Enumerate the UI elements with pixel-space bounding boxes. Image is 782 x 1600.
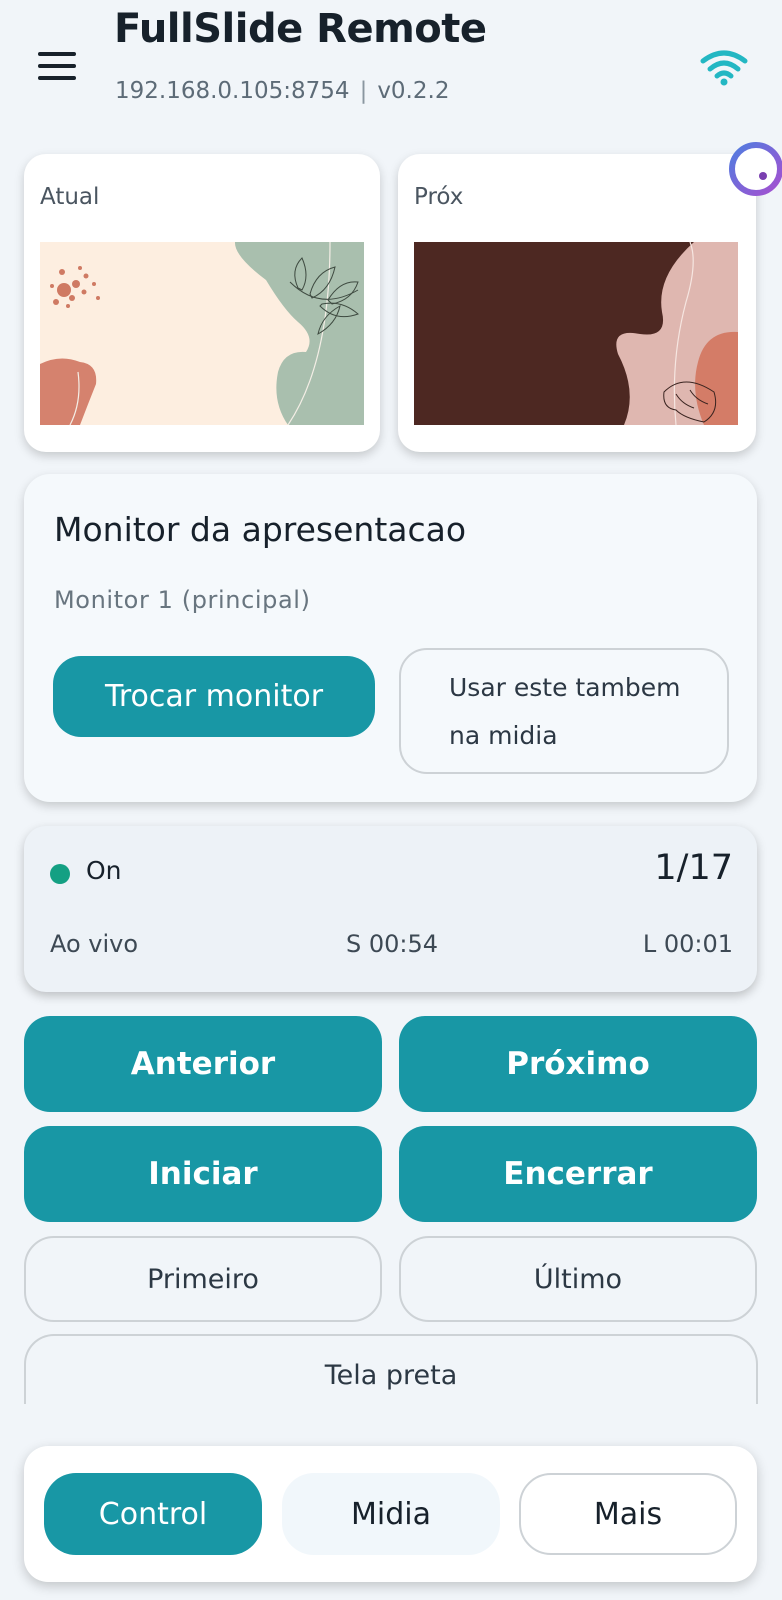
use-for-media-label-line1: Usar este tambem (449, 673, 681, 702)
slide-timer: S 00:54 (346, 930, 439, 958)
next-slide-card: Próx (398, 154, 756, 452)
current-monitor-label: Monitor 1 (principal) (54, 586, 311, 614)
black-screen-clip: Tela preta (24, 1334, 758, 1404)
presentation-status-card: On 1/17 Ao vivo S 00:54 L 00:01 (24, 826, 757, 992)
next-slide-thumbnail (414, 242, 738, 425)
mode-label: Ao vivo (50, 930, 139, 958)
server-address: 192.168.0.105:8754 (115, 78, 350, 104)
use-for-media-label-line2: na midia (449, 721, 558, 750)
tab-more[interactable]: Mais (519, 1473, 737, 1555)
end-button[interactable]: Encerrar (399, 1126, 757, 1222)
previous-button[interactable]: Anterior (24, 1016, 382, 1112)
live-timer: L 00:01 (642, 930, 733, 958)
first-slide-button[interactable]: Primeiro (24, 1236, 382, 1322)
slide-counter: 1/17 (654, 848, 733, 888)
hamburger-menu-icon[interactable] (38, 52, 76, 80)
separator: | (359, 78, 368, 104)
next-button[interactable]: Próximo (399, 1016, 757, 1112)
start-button[interactable]: Iniciar (24, 1126, 382, 1222)
swap-monitor-button[interactable]: Trocar monitor (53, 656, 375, 737)
monitor-card-title: Monitor da apresentacao (54, 510, 467, 549)
last-slide-button[interactable]: Último (399, 1236, 757, 1322)
connection-info: 192.168.0.105:8754 | v0.2.2 (115, 78, 449, 104)
assistant-bubble-icon[interactable] (728, 141, 782, 197)
tab-control[interactable]: Control (44, 1473, 262, 1555)
monitor-card: Monitor da apresentacao Monitor 1 (princ… (24, 474, 757, 802)
status-text: On (86, 856, 122, 885)
next-slide-label: Próx (414, 184, 464, 210)
wifi-icon (700, 50, 748, 86)
bottom-navigation: Control Midia Mais (24, 1446, 757, 1582)
current-slide-label: Atual (40, 184, 100, 210)
use-for-media-button[interactable]: Usar este tambem na midia (399, 648, 729, 774)
tab-media[interactable]: Midia (282, 1473, 500, 1555)
status-indicator-dot (50, 864, 70, 884)
app-version: v0.2.2 (377, 78, 450, 104)
current-slide-card: Atual (24, 154, 380, 452)
app-title: FullSlide Remote (114, 6, 487, 52)
current-slide-thumbnail (40, 242, 364, 425)
black-screen-button[interactable]: Tela preta (24, 1334, 758, 1404)
